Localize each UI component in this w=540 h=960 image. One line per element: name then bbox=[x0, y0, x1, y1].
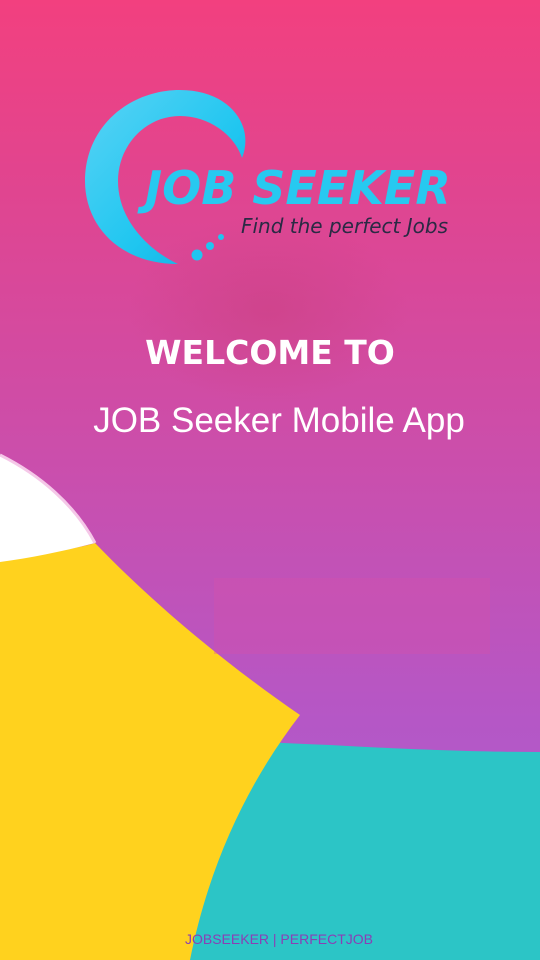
footer-text: JOBSEEKER | PERFECTJOB bbox=[184, 931, 373, 947]
logo-title: JOB SEEKER bbox=[145, 161, 451, 215]
splash-screen: JOB SEEKER Find the perfect Jobs WELCOME… bbox=[0, 0, 540, 960]
app-subtitle: JOB Seeker Mobile App bbox=[93, 401, 465, 440]
faint-panel bbox=[214, 578, 490, 654]
welcome-heading: WELCOME TO bbox=[145, 333, 395, 372]
white-wave-shape bbox=[0, 455, 95, 562]
logo-tagline: Find the perfect Jobs bbox=[241, 214, 448, 238]
